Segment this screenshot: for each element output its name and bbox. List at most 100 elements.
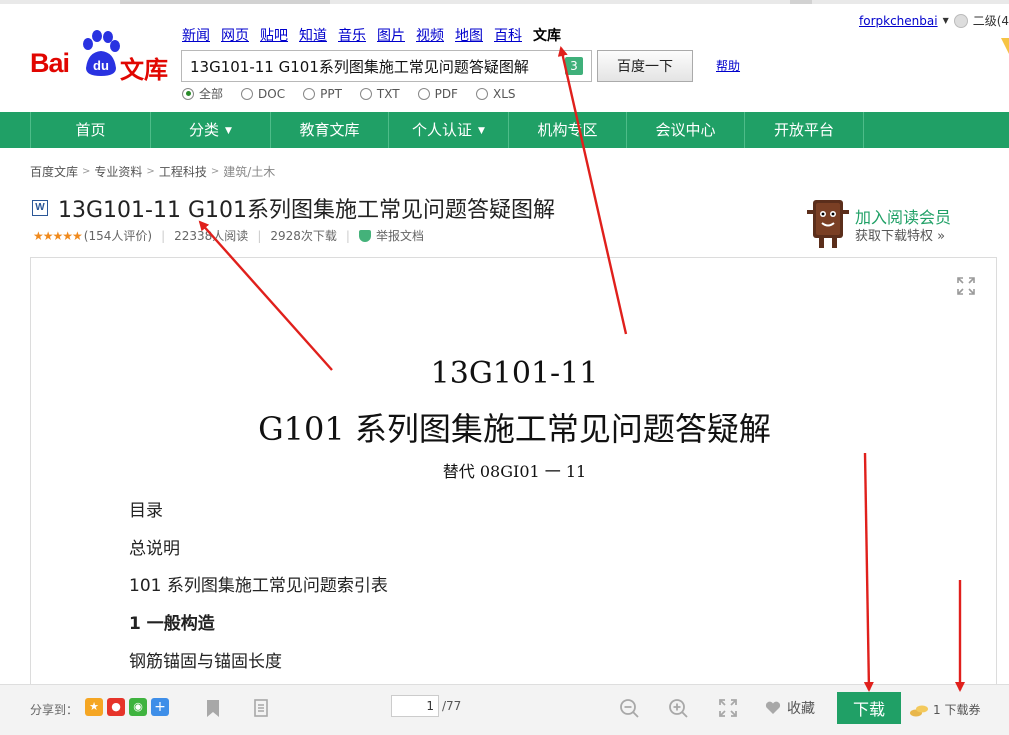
read-count: 22338人阅读 (174, 229, 249, 243)
nav-conference[interactable]: 会议中心 (626, 112, 744, 148)
filetype-pdf[interactable]: PDF (417, 85, 458, 102)
word-doc-icon: W (32, 200, 48, 216)
chevron-down-icon[interactable]: ▼ (943, 16, 949, 25)
browser-tab[interactable] (120, 0, 330, 4)
breadcrumb-item[interactable]: 工程科技 (159, 163, 207, 180)
search-count-badge: 3 (565, 57, 583, 75)
level-badge-icon (953, 13, 968, 28)
logo-bai-text: Bai (30, 48, 70, 78)
topnav-video[interactable]: 视频 (416, 25, 444, 45)
share-label: 分享到： (30, 703, 79, 717)
download-button[interactable]: 下载 (837, 692, 901, 724)
radio-icon[interactable] (475, 87, 488, 100)
weibo-icon[interactable]: ● (107, 698, 125, 716)
expand-icon[interactable] (717, 697, 739, 719)
help-link[interactable]: 帮助 (716, 57, 740, 74)
nav-label: 会议中心 (655, 121, 716, 139)
filetype-label: TXT (376, 86, 400, 101)
search-input[interactable] (182, 51, 552, 81)
chevron-right-icon: > (146, 166, 155, 177)
filetype-doc[interactable]: DOC (241, 85, 285, 102)
qzone-star-icon[interactable]: ★ (85, 698, 103, 716)
nav-label: 分类 (189, 121, 220, 139)
filetype-xls[interactable]: XLS (475, 85, 516, 102)
page-total: /77 (442, 699, 462, 713)
doc-heading-title: G101 系列图集施工常见问题答疑解 (258, 410, 771, 448)
filetype-ppt[interactable]: PPT (303, 85, 342, 102)
radio-icon[interactable] (241, 87, 254, 100)
bookmark-icon[interactable] (202, 697, 224, 719)
username-link[interactable]: forpkchenbai (859, 14, 938, 28)
topnav-zhidao[interactable]: 知道 (299, 25, 327, 45)
doc-line: 101 系列图集施工常见问题索引表 (129, 576, 388, 596)
breadcrumb: 百度文库 > 专业资料 > 工程科技 > 建筑/土木 (30, 163, 275, 180)
nav-category[interactable]: 分类 ▼ (150, 112, 270, 148)
collect-button[interactable]: 收藏 (765, 698, 815, 718)
baidu-wenku-logo[interactable]: Bai du 文库 (28, 30, 173, 84)
topnav-news[interactable]: 新闻 (182, 25, 210, 45)
zoom-in-icon[interactable] (667, 697, 689, 719)
filetype-label: XLS (492, 86, 516, 101)
topnav-images[interactable]: 图片 (377, 25, 405, 45)
logo-wenku-text: 文库 (120, 56, 168, 84)
filetype-label: PPT (320, 86, 342, 101)
breadcrumb-item[interactable]: 专业资料 (94, 163, 142, 180)
page-number-input[interactable] (391, 695, 439, 717)
nav-label: 个人认证 (412, 121, 473, 139)
filetype-txt[interactable]: TXT (359, 85, 400, 102)
radio-icon[interactable] (359, 87, 372, 100)
radio-icon[interactable] (303, 87, 316, 100)
filetype-filter: 全部 DOC PPT TXT PDF XLS (182, 85, 516, 102)
search-button[interactable]: 百度一下 (597, 50, 693, 82)
topnav-music[interactable]: 音乐 (338, 25, 366, 45)
user-area: forpkchenbai ▼ 二级(4 (859, 12, 1009, 29)
report-link[interactable]: 举报文档 (376, 227, 424, 244)
vip-promo[interactable]: 加入阅读会员 获取下载特权 » (805, 194, 975, 252)
filetype-label: PDF (434, 86, 458, 101)
breadcrumb-item[interactable]: 百度文库 (30, 163, 78, 180)
logo-paw-text: du (93, 58, 109, 73)
topnav-wenku[interactable]: 文库 (533, 25, 561, 45)
copy-document-icon[interactable] (250, 697, 272, 719)
filetype-label: DOC (258, 86, 286, 101)
caret-down-icon: ▼ (225, 126, 232, 136)
document-viewer[interactable]: 13G101-11 G101 系列图集施工常见问题答疑解 替代 08GI01 一… (30, 257, 997, 687)
breadcrumb-item-current[interactable]: 建筑/土木 (223, 163, 275, 180)
topnav-map[interactable]: 地图 (455, 25, 483, 45)
coins-icon (910, 705, 928, 716)
doc-heading-code: 13G101-11 (430, 356, 599, 391)
nav-home[interactable]: 首页 (30, 112, 150, 148)
browser-tab[interactable] (790, 0, 812, 4)
zoom-out-icon[interactable] (618, 697, 640, 719)
nav-personal-cert[interactable]: 个人认证 ▼ (388, 112, 508, 148)
nav-institution[interactable]: 机构专区 (508, 112, 626, 148)
rating-count[interactable]: (154人评价) (84, 227, 152, 244)
divider: | (257, 228, 262, 243)
top-nav: 新闻 网页 贴吧 知道 音乐 图片 视频 地图 百科 文库 (182, 25, 561, 45)
book-mascot-icon (807, 200, 849, 248)
nav-open-platform[interactable]: 开放平台 (744, 112, 864, 148)
topnav-tieba[interactable]: 贴吧 (260, 25, 288, 45)
chevron-right-icon: > (82, 166, 91, 177)
baidu-paw-icon: du (83, 30, 120, 76)
fullscreen-icon[interactable] (956, 276, 976, 296)
corner-decoration (1001, 38, 1009, 54)
nav-education[interactable]: 教育文库 (270, 112, 388, 148)
shield-icon (358, 229, 371, 242)
radio-checked-icon[interactable] (182, 87, 194, 100)
wechat-icon[interactable]: ◉ (129, 698, 147, 716)
radio-icon[interactable] (417, 87, 430, 100)
doc-line: 1 一般构造 (129, 614, 215, 634)
doc-title-row: W 13G101-11 G101系列图集施工常见问题答疑图解 (32, 192, 555, 224)
caret-down-icon: ▼ (478, 126, 485, 136)
browser-tab-strip (0, 0, 1009, 4)
heart-icon (765, 701, 781, 714)
more-share-plus-icon[interactable]: + (151, 698, 169, 716)
download-count: 2928次下载 (270, 229, 337, 243)
filetype-all[interactable]: 全部 (182, 85, 223, 102)
topnav-baike[interactable]: 百科 (494, 25, 522, 45)
topnav-web[interactable]: 网页 (221, 25, 249, 45)
nav-label: 机构专区 (537, 121, 598, 139)
download-coupon: 1 下载券 (909, 701, 980, 718)
main-nav: 首页 分类 ▼ 教育文库 个人认证 ▼ 机构专区 会议中心 开放平台 (0, 112, 1009, 148)
